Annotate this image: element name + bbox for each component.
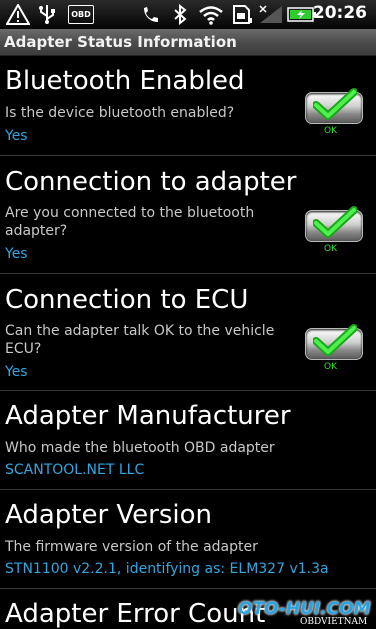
warning-icon bbox=[5, 3, 31, 29]
title-bar: Adapter Status Information bbox=[0, 29, 376, 56]
list-item-adapter-version[interactable]: Adapter Version The firmware version of … bbox=[0, 490, 376, 589]
checkmark-icon bbox=[312, 324, 358, 362]
item-description: Who made the bluetooth OBD adapter bbox=[5, 440, 275, 456]
item-value: Yes bbox=[5, 364, 28, 380]
item-value: Yes bbox=[5, 246, 28, 262]
list-item-adapter-manufacturer[interactable]: Adapter Manufacturer Who made the blueto… bbox=[0, 391, 376, 490]
obd-icon: OBD bbox=[68, 5, 94, 24]
status-checkbox[interactable]: OK bbox=[305, 206, 363, 260]
item-description: Can the adapter talk OK to the vehicle E… bbox=[5, 323, 275, 357]
item-description: The firmware version of the adapter bbox=[5, 539, 258, 555]
status-checkbox[interactable]: OK bbox=[305, 324, 363, 378]
bluetooth-icon bbox=[172, 3, 188, 29]
screen: OBD 20:26 Adapter Status Information Blu… bbox=[0, 0, 376, 629]
list-item-connection-to-adapter[interactable]: Connection to adapter Are you connected … bbox=[0, 156, 376, 274]
item-title: Adapter Error Count bbox=[5, 599, 266, 629]
usb-icon bbox=[37, 4, 57, 29]
checkmark-icon bbox=[312, 206, 358, 244]
item-description: Are you connected to the bluetooth adapt… bbox=[5, 205, 255, 239]
list-item-connection-to-ecu[interactable]: Connection to ECU Can the adapter talk O… bbox=[0, 274, 376, 391]
item-title: Connection to ECU bbox=[5, 285, 249, 315]
watermark-logo: OTO-HUI.COM bbox=[238, 599, 371, 619]
item-title: Adapter Manufacturer bbox=[5, 401, 291, 431]
sd-card-icon bbox=[232, 4, 254, 29]
page-title: Adapter Status Information bbox=[4, 33, 237, 51]
signal-icon bbox=[258, 4, 284, 29]
status-checkbox[interactable]: OK bbox=[305, 88, 363, 142]
item-title: Adapter Version bbox=[5, 500, 213, 530]
item-value: SCANTOOL.NET LLC bbox=[5, 462, 145, 478]
checkmark-icon bbox=[312, 88, 358, 126]
list-item-bluetooth-enabled[interactable]: Bluetooth Enabled Is the device bluetoot… bbox=[0, 56, 376, 156]
item-value: Yes bbox=[5, 128, 28, 144]
item-value: STN1100 v2.2.1, identifying as: ELM327 v… bbox=[5, 561, 329, 577]
check-label: OK bbox=[324, 244, 337, 254]
item-title: Bluetooth Enabled bbox=[5, 66, 245, 96]
item-description: Is the device bluetooth enabled? bbox=[5, 105, 235, 121]
wifi-icon bbox=[198, 4, 224, 29]
missed-call-icon bbox=[141, 4, 161, 29]
check-label: OK bbox=[324, 126, 337, 136]
clock-time: 20:26 bbox=[312, 3, 367, 23]
status-bar: OBD 20:26 bbox=[0, 0, 376, 30]
check-label: OK bbox=[324, 362, 337, 372]
item-title: Connection to adapter bbox=[5, 167, 297, 197]
watermark-subtitle: OBDVIETNAM bbox=[300, 617, 368, 627]
